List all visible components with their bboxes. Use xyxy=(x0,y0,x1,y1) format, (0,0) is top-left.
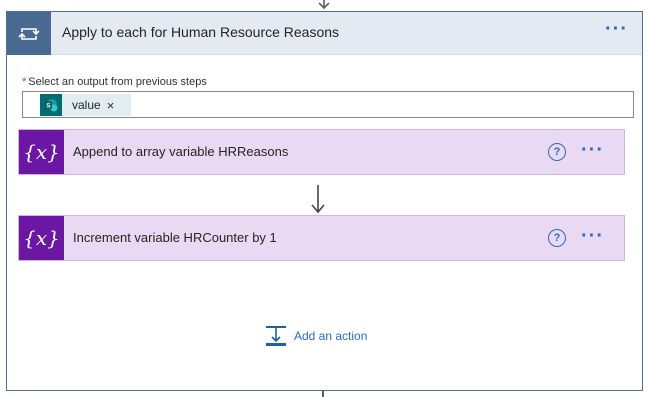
more-options-icon[interactable]: ··· xyxy=(581,140,604,160)
help-icon[interactable]: ? xyxy=(548,143,566,161)
more-options-icon[interactable]: ··· xyxy=(605,19,628,39)
increment-variable-title: Increment variable HRCounter by 1 xyxy=(73,230,277,245)
more-options-icon[interactable]: ··· xyxy=(581,226,604,246)
add-action-label: Add an action xyxy=(294,329,368,343)
increment-variable-action[interactable]: {x} Increment variable HRCounter by 1 ? … xyxy=(18,215,625,261)
apply-to-each-title: Apply to each for Human Resource Reasons xyxy=(62,24,340,40)
required-marker: * xyxy=(22,76,27,88)
help-icon[interactable]: ? xyxy=(548,229,566,247)
previous-output-field[interactable]: S value × xyxy=(22,91,634,118)
value-token[interactable]: S value × xyxy=(40,94,131,116)
append-to-array-action[interactable]: {x} Append to array variable HRReasons ?… xyxy=(18,129,625,175)
value-token-label: value xyxy=(72,98,101,112)
svg-text:S: S xyxy=(46,102,51,109)
connector-arrow xyxy=(311,185,325,214)
append-to-array-title: Append to array variable HRReasons xyxy=(73,144,289,159)
add-action-button[interactable]: Add an action xyxy=(265,325,367,347)
variable-icon: {x} xyxy=(19,216,64,260)
apply-to-each-header[interactable]: Apply to each for Human Resource Reasons… xyxy=(7,12,642,55)
outgoing-connector-line xyxy=(322,391,324,397)
add-action-icon xyxy=(266,326,286,346)
close-icon[interactable]: × xyxy=(107,98,115,113)
loop-icon xyxy=(7,12,51,55)
incoming-connector-arrow xyxy=(318,0,330,9)
sharepoint-icon: S xyxy=(40,94,62,116)
previous-output-label: * Select an output from previous steps xyxy=(22,76,207,88)
previous-output-label-text: Select an output from previous steps xyxy=(28,76,207,88)
variable-icon: {x} xyxy=(19,130,64,174)
